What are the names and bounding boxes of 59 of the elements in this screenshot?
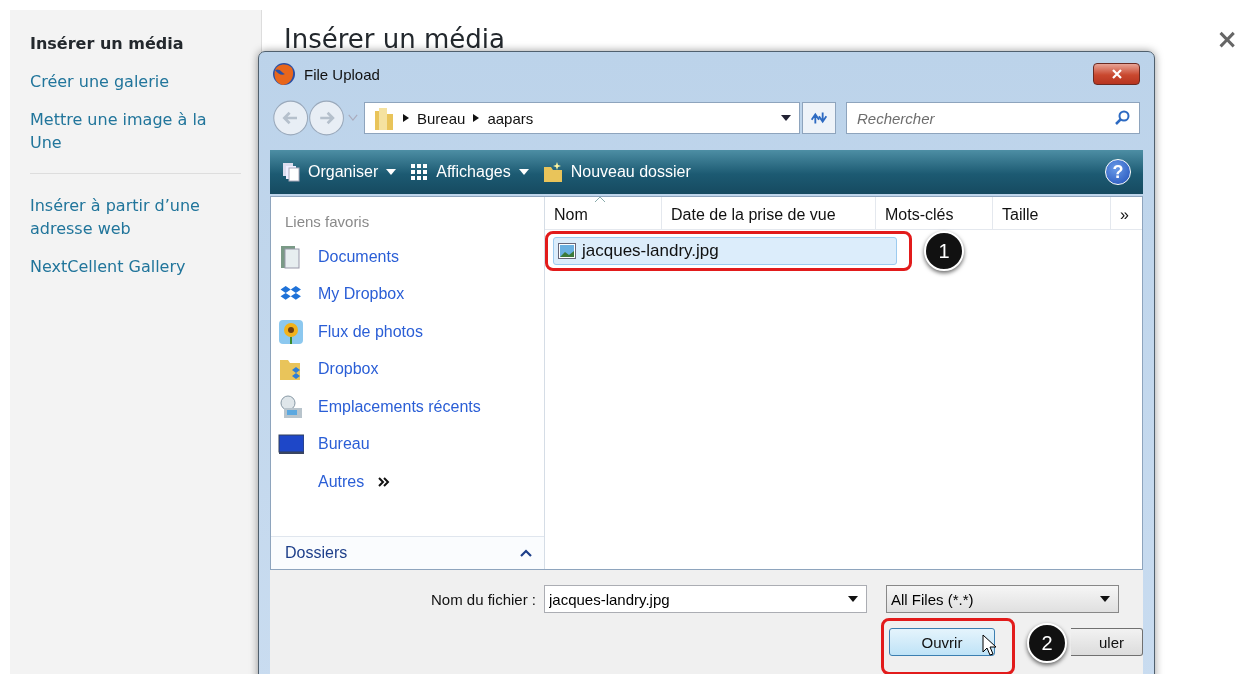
- caret-icon: [386, 169, 397, 175]
- separator-arrow-icon[interactable]: [473, 114, 480, 122]
- caret-icon[interactable]: [848, 596, 858, 602]
- column-header[interactable]: »: [1111, 197, 1142, 229]
- column-header[interactable]: Taille: [993, 197, 1111, 229]
- toolbar-button[interactable]: Nouveau dossier: [542, 161, 691, 183]
- cancel-button[interactable]: uler: [1071, 628, 1143, 656]
- favorite-link[interactable]: My Dropbox: [271, 275, 544, 313]
- toolbar-button[interactable]: Affichages: [410, 163, 529, 181]
- cursor-icon: [982, 634, 996, 656]
- sunflower-icon: [278, 318, 304, 345]
- favorite-link[interactable]: Flux de photos: [271, 313, 544, 351]
- open-button[interactable]: Ouvrir: [889, 628, 995, 656]
- column-header[interactable]: Mots-clés: [876, 197, 993, 229]
- folder-icon: [373, 105, 395, 131]
- browser-logo-icon: [272, 62, 296, 86]
- image-file-icon: [558, 243, 576, 259]
- step-number-badge: 2: [1027, 623, 1067, 663]
- field-label: Nom du fichier :: [429, 590, 536, 608]
- search-icon: [1115, 110, 1131, 126]
- search-field[interactable]: Rechercher: [846, 102, 1140, 134]
- breadcrumb-item[interactable]: aapars: [487, 109, 534, 127]
- caret-icon: [518, 169, 529, 175]
- column-header[interactable]: Date de la prise de vue: [662, 197, 876, 229]
- sidebar-item[interactable]: Mettre une image à la Une: [30, 102, 241, 163]
- sort-icon: [595, 197, 605, 202]
- section-heading: Liens favoris: [284, 212, 371, 232]
- toolbar-button[interactable]: Organiser: [282, 162, 397, 182]
- favorite-link[interactable]: Dropbox: [271, 350, 544, 388]
- grid-icon: [410, 163, 429, 181]
- step-number-badge: 1: [924, 231, 964, 271]
- filename-field[interactable]: jacques-landry.jpg: [544, 585, 867, 613]
- favorite-link[interactable]: Autres: [271, 463, 544, 501]
- sidebar-item[interactable]: Créer une galerie: [30, 64, 241, 102]
- file-type-dropdown[interactable]: All Files (*.*): [886, 585, 1119, 613]
- modal-title: Insérer un média: [284, 24, 505, 54]
- breadcrumb-item[interactable]: Bureau: [417, 109, 466, 127]
- new-folder-icon: [542, 161, 563, 183]
- pages-icon: [282, 162, 300, 182]
- dropdown-icon[interactable]: [781, 115, 791, 121]
- sidebar-item[interactable]: Insérer un média: [30, 26, 241, 64]
- sidebar-item[interactable]: Insérer à partir d’une adresse web: [30, 188, 241, 249]
- close-icon: [1110, 69, 1123, 79]
- close-button[interactable]: ×: [1216, 24, 1238, 54]
- column-header[interactable]: Nom: [545, 197, 662, 229]
- favorite-link[interactable]: Documents: [271, 238, 544, 276]
- chevron-up-icon: [520, 549, 532, 557]
- caret-icon: [1100, 596, 1110, 602]
- file-item[interactable]: jacques-landry.jpg: [553, 237, 897, 265]
- address-bar[interactable]: Bureau aapars: [364, 102, 800, 134]
- separator-arrow-icon[interactable]: [403, 114, 409, 122]
- chevron-icon[interactable]: [378, 476, 391, 487]
- folders-bar[interactable]: Dossiers: [271, 536, 544, 569]
- favorite-link[interactable]: Bureau: [271, 425, 544, 463]
- close-button[interactable]: [1093, 63, 1140, 85]
- refresh-icon[interactable]: [802, 102, 836, 134]
- sidebar-item[interactable]: NextCellent Gallery: [30, 249, 241, 287]
- favorite-link[interactable]: Emplacements récents: [271, 388, 544, 426]
- window-title: File Upload: [304, 65, 381, 83]
